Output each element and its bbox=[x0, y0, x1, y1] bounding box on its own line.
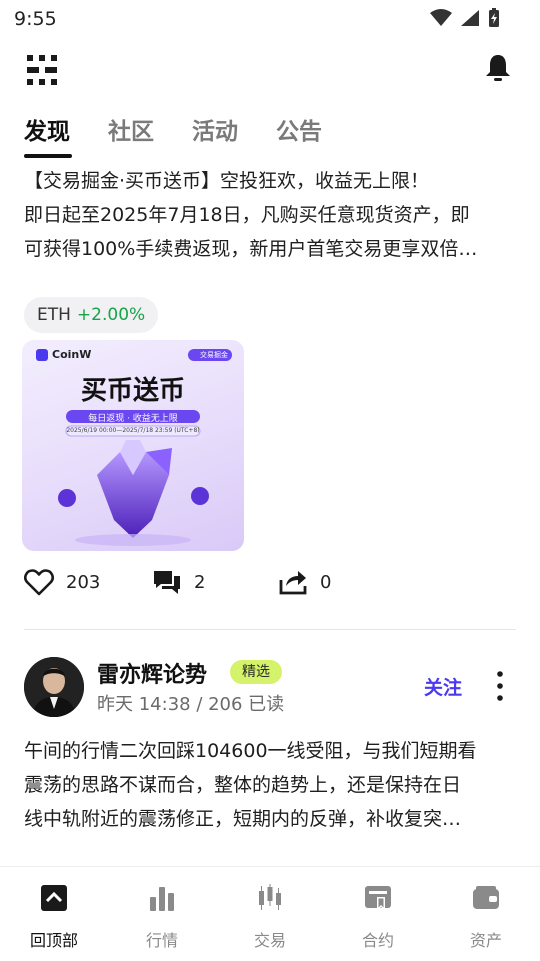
bottom-nav: 回顶部 行情 交易 合约 资产 bbox=[0, 866, 540, 961]
wifi-icon bbox=[430, 9, 452, 26]
menu-grid-icon[interactable] bbox=[24, 52, 60, 88]
coin-tag[interactable]: ETH +2.00% bbox=[24, 297, 159, 333]
nav-back-to-top[interactable]: 回顶部 bbox=[0, 883, 108, 951]
comment-icon bbox=[154, 571, 180, 594]
banner-chip: 交易掘金 bbox=[200, 351, 228, 359]
back-to-top-icon bbox=[41, 885, 67, 911]
banner-brand: CoinW bbox=[52, 348, 92, 361]
post-body[interactable]: 【交易掘金·买币送币】空投狂欢，收益无上限！ 即日起至2025年7月18日，凡购… bbox=[24, 164, 520, 266]
tab-community[interactable]: 社区 bbox=[108, 112, 154, 146]
feed[interactable]: 【交易掘金·买币送币】空投狂欢，收益无上限！ 即日起至2025年7月18日，凡购… bbox=[0, 160, 540, 866]
system-icons bbox=[430, 8, 500, 28]
nav-trade[interactable]: 交易 bbox=[216, 883, 324, 951]
coin-symbol: ETH bbox=[37, 305, 71, 325]
post-actions: 203 2 0 bbox=[24, 568, 514, 608]
post-image[interactable]: CoinW 交易掘金 买币送币 每日返现 · 收益无上限 2025/6/19 0… bbox=[22, 340, 244, 551]
more-options-icon[interactable] bbox=[492, 669, 508, 703]
nav-label: 合约 bbox=[361, 931, 394, 950]
nav-label: 资产 bbox=[469, 931, 502, 950]
like-button[interactable]: 203 bbox=[24, 568, 100, 596]
candlestick-icon bbox=[259, 884, 281, 910]
notification-bell-icon[interactable] bbox=[482, 52, 514, 84]
nav-market[interactable]: 行情 bbox=[108, 883, 216, 951]
heart-icon bbox=[24, 569, 54, 596]
nav-label: 回顶部 bbox=[29, 931, 78, 950]
coin-change: +2.00% bbox=[76, 305, 146, 325]
share-icon bbox=[279, 571, 307, 595]
category-tabs: 发现 社区 活动 公告 bbox=[0, 104, 540, 160]
status-bar: 9:55 bbox=[0, 0, 540, 36]
contract-icon bbox=[365, 886, 391, 911]
post-line: 午间的行情二次回踩104600一线受阻，与我们短期看 bbox=[24, 740, 477, 762]
status-time: 9:55 bbox=[14, 8, 57, 30]
featured-badge: 精选 bbox=[230, 660, 282, 684]
nav-label: 交易 bbox=[253, 931, 286, 950]
signal-icon bbox=[461, 10, 479, 26]
follow-button[interactable]: 关注 bbox=[424, 673, 462, 700]
post-line: 【交易掘金·买币送币】空投狂欢，收益无上限！ bbox=[24, 170, 430, 192]
active-tab-indicator bbox=[24, 154, 72, 158]
banner-date: 2025/6/19 00:00—2025/7/18 23:59 (UTC+8) bbox=[66, 427, 200, 434]
wallet-icon bbox=[473, 886, 499, 909]
post-line: 线中轨附近的震荡修正，短期内的反弹，补收复突… bbox=[24, 808, 462, 830]
banner-headline: 买币送币 bbox=[80, 376, 185, 406]
post-line: 震荡的思路不谋而合，整体的趋势上，还是保持在日 bbox=[24, 774, 462, 796]
nav-label: 行情 bbox=[145, 931, 178, 950]
like-count: 203 bbox=[66, 571, 101, 593]
market-chart-icon bbox=[150, 887, 174, 911]
battery-icon bbox=[489, 8, 499, 27]
post-meta: 昨天 14:38 / 206 已读 bbox=[97, 694, 285, 715]
banner-subtitle: 每日返现 · 收益无上限 bbox=[88, 414, 178, 424]
post-divider bbox=[24, 629, 516, 630]
nav-contract[interactable]: 合约 bbox=[324, 883, 432, 951]
tab-events[interactable]: 活动 bbox=[192, 112, 238, 146]
post-line: 即日起至2025年7月18日，凡购买任意现货资产，即 bbox=[24, 204, 470, 226]
tab-discover[interactable]: 发现 bbox=[24, 112, 70, 146]
comment-button[interactable]: 2 bbox=[152, 568, 205, 596]
avatar[interactable] bbox=[24, 657, 84, 717]
share-count: 0 bbox=[320, 571, 332, 593]
post-line: 可获得100%手续费返现，新用户首笔交易更享双倍… bbox=[24, 238, 478, 260]
tab-announcements[interactable]: 公告 bbox=[276, 112, 322, 146]
post-author-row: 雷亦辉论势 精选 昨天 14:38 / 206 已读 关注 bbox=[24, 657, 518, 721]
comment-count: 2 bbox=[194, 571, 206, 593]
nav-assets[interactable]: 资产 bbox=[432, 883, 540, 951]
post-body[interactable]: 午间的行情二次回踩104600一线受阻，与我们短期看 震荡的思路不谋而合，整体的… bbox=[24, 734, 520, 836]
top-bar bbox=[0, 44, 540, 96]
share-button[interactable]: 0 bbox=[278, 568, 331, 596]
author-name[interactable]: 雷亦辉论势 bbox=[97, 657, 207, 689]
